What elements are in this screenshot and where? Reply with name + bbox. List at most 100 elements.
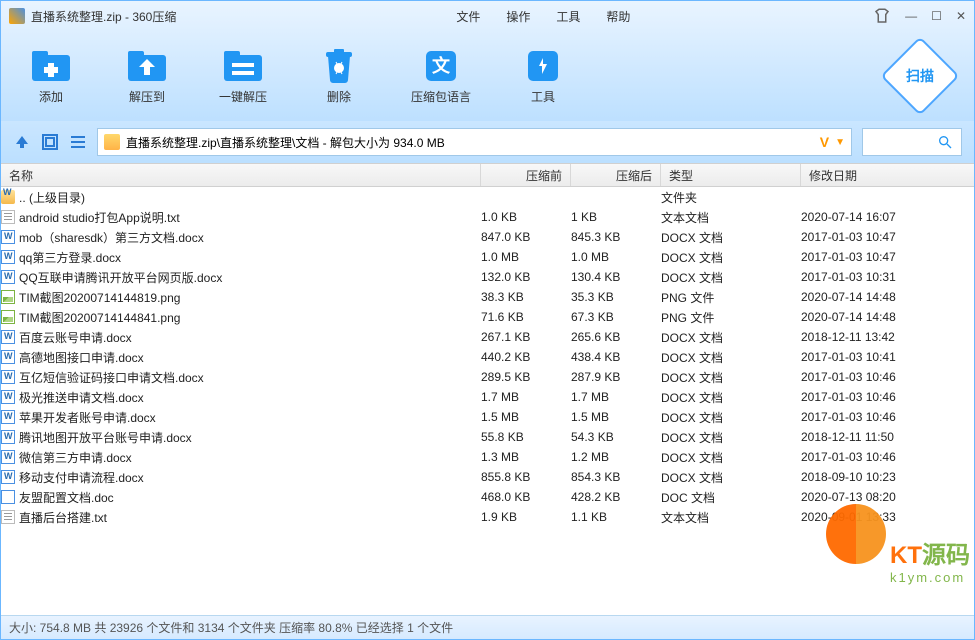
file-name: 百度云账号申请.docx [19,329,132,346]
svg-text:文: 文 [432,55,451,76]
file-size-before: 1.0 MB [481,250,571,264]
file-size-after: 1 KB [571,210,661,224]
file-doc-icon [1,490,15,504]
app-icon [9,8,25,24]
file-name: 互亿短信验证码接口申请文档.docx [19,369,204,386]
view-icons-icon[interactable] [41,133,59,151]
close-button[interactable]: ✕ [956,9,966,23]
toolbar-tools[interactable]: 工具 [519,48,567,105]
path-text: 直播系统整理.zip\直播系统整理\文档 - 解包大小为 934.0 MB [126,134,814,151]
table-row[interactable]: 直播后台搭建.txt1.9 KB1.1 KB文本文档2020-09-01 13:… [1,507,974,527]
file-date: 2017-01-03 10:46 [801,450,974,464]
col-type[interactable]: 类型 [661,164,801,186]
file-size-after: 1.2 MB [571,450,661,464]
file-date: 2018-12-11 11:50 [801,430,974,444]
col-after[interactable]: 压缩后 [571,164,661,186]
table-row[interactable]: TIM截图20200714144819.png38.3 KB35.3 KBPNG… [1,287,974,307]
path-dropdown-icon[interactable]: ▼ [835,137,845,148]
toolbar-lang-label: 压缩包语言 [411,88,471,105]
file-docx-icon [1,410,15,424]
extract-to-icon [123,48,171,84]
table-row[interactable]: 移动支付申请流程.docx855.8 KB854.3 KBDOCX 文档2018… [1,467,974,487]
file-docx-icon [1,450,15,464]
file-size-before: 55.8 KB [481,430,571,444]
toolbar-add[interactable]: 添加 [27,48,75,105]
menu-help[interactable]: 帮助 [606,8,630,25]
file-type: DOCX 文档 [661,329,801,346]
table-row[interactable]: 百度云账号申请.docx267.1 KB265.6 KBDOCX 文档2018-… [1,327,974,347]
file-size-before: 1.5 MB [481,410,571,424]
toolbar-one-click[interactable]: 一键解压 [219,48,267,105]
file-list[interactable]: .. (上级目录)文件夹android studio打包App说明.txt1.0… [1,187,974,615]
file-size-after: 1.7 MB [571,390,661,404]
table-row[interactable]: 苹果开发者账号申请.docx1.5 MB1.5 MBDOCX 文档2017-01… [1,407,974,427]
menu-operate[interactable]: 操作 [506,8,530,25]
table-row[interactable]: 互亿短信验证码接口申请文档.docx289.5 KB287.9 KBDOCX 文… [1,367,974,387]
table-row[interactable]: 腾讯地图开放平台账号申请.docx55.8 KB54.3 KBDOCX 文档20… [1,427,974,447]
table-row[interactable]: .. (上级目录)文件夹 [1,187,974,207]
menu-bar: 文件 操作 工具 帮助 [456,8,630,25]
file-name: mob（sharesdk）第三方文档.docx [19,229,204,246]
file-size-after: 67.3 KB [571,310,661,324]
file-date: 2017-01-03 10:46 [801,390,974,404]
table-row[interactable]: TIM截图20200714144841.png71.6 KB67.3 KBPNG… [1,307,974,327]
file-type: DOCX 文档 [661,229,801,246]
add-icon [27,48,75,84]
view-list-icon[interactable] [69,133,87,151]
table-row[interactable]: 极光推送申请文档.docx1.7 MB1.7 MBDOCX 文档2017-01-… [1,387,974,407]
nav-up-icon[interactable] [13,133,31,151]
maximize-button[interactable]: ☐ [931,9,942,23]
file-name: 腾讯地图开放平台账号申请.docx [19,429,192,446]
scan-icon: 扫描 [880,36,959,115]
file-size-after: 845.3 KB [571,230,661,244]
toolbar-extract-to[interactable]: 解压到 [123,48,171,105]
table-row[interactable]: 微信第三方申请.docx1.3 MB1.2 MBDOCX 文档2017-01-0… [1,447,974,467]
col-before[interactable]: 压缩前 [481,164,571,186]
search-input[interactable] [862,128,962,156]
col-name[interactable]: 名称 [1,164,481,186]
file-date: 2020-07-14 14:48 [801,290,974,304]
table-row[interactable]: mob（sharesdk）第三方文档.docx 847.0 KB845.3 KBD… [1,227,974,247]
file-date: 2020-07-14 14:48 [801,310,974,324]
file-name: TIM截图20200714144819.png [19,289,180,306]
status-text: 大小: 754.8 MB 共 23926 个文件和 3134 个文件夹 压缩率 … [9,619,453,636]
toolbar-tools-label: 工具 [531,88,555,105]
tools-icon [519,48,567,84]
toolbar-delete[interactable]: 删除 [315,48,363,105]
skin-icon[interactable] [873,7,891,25]
one-click-icon [219,48,267,84]
file-docx-icon [1,350,15,364]
file-docx-icon [1,330,15,344]
file-name: QQ互联申请腾讯开放平台网页版.docx [19,269,222,286]
toolbar-extract-to-label: 解压到 [129,88,165,105]
file-type: 文本文档 [661,209,801,226]
path-input[interactable]: 直播系统整理.zip\直播系统整理\文档 - 解包大小为 934.0 MB V … [97,128,852,156]
app-window: 直播系统整理.zip - 360压缩 文件 操作 工具 帮助 — ☐ ✕ 添加 [0,0,975,640]
file-type: 文本文档 [661,509,801,526]
table-row[interactable]: 友盟配置文档.doc468.0 KB428.2 KBDOC 文档2020-07-… [1,487,974,507]
file-name: 苹果开发者账号申请.docx [19,409,156,426]
file-size-before: 132.0 KB [481,270,571,284]
file-date: 2020-07-14 16:07 [801,210,974,224]
table-row[interactable]: QQ互联申请腾讯开放平台网页版.docx132.0 KB130.4 KBDOCX… [1,267,974,287]
file-size-after: 130.4 KB [571,270,661,284]
file-size-after: 1.5 MB [571,410,661,424]
minimize-button[interactable]: — [905,9,917,23]
toolbar-scan[interactable]: 扫描 [892,48,948,104]
delete-icon [315,48,363,84]
table-row[interactable]: 高德地图接口申请.docx440.2 KB438.4 KBDOCX 文档2017… [1,347,974,367]
menu-tools[interactable]: 工具 [556,8,580,25]
file-size-before: 847.0 KB [481,230,571,244]
file-type: PNG 文件 [661,289,801,306]
file-size-after: 854.3 KB [571,470,661,484]
table-row[interactable]: android studio打包App说明.txt1.0 KB1 KB文本文档2… [1,207,974,227]
file-txt-icon [1,510,15,524]
path-nav-icons [13,133,87,151]
file-date: 2017-01-03 10:47 [801,230,974,244]
toolbar-lang[interactable]: 文 压缩包语言 [411,48,471,105]
menu-file[interactable]: 文件 [456,8,480,25]
col-date[interactable]: 修改日期 [801,164,974,186]
file-size-before: 1.3 MB [481,450,571,464]
statusbar: 大小: 754.8 MB 共 23926 个文件和 3134 个文件夹 压缩率 … [1,615,974,639]
table-row[interactable]: qq第三方登录.docx1.0 MB1.0 MBDOCX 文档2017-01-0… [1,247,974,267]
